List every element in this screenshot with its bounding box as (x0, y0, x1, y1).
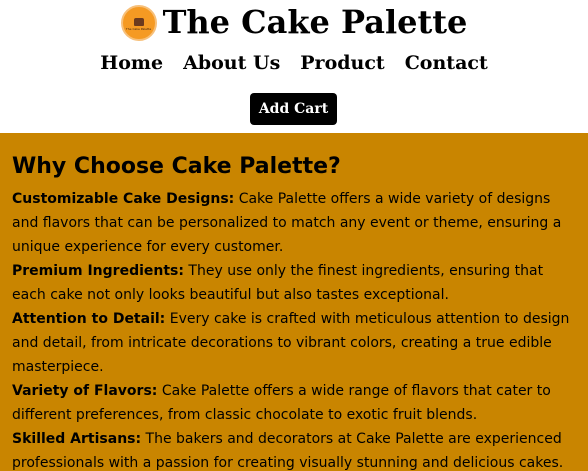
site-header: The Cake Palette The Cake Palette Home A… (0, 0, 588, 133)
brand: The Cake Palette The Cake Palette (0, 2, 588, 42)
feature-variety-of-flavors: Variety of Flavors: Cake Palette offers … (12, 379, 576, 427)
feature-skilled-artisans: Skilled Artisans: The bakers and decorat… (12, 427, 576, 471)
feature-name: Attention to Detail: (12, 311, 166, 327)
nav-contact[interactable]: Contact (405, 50, 488, 76)
feature-name: Premium Ingredients: (12, 263, 184, 279)
section-heading: Why Choose Cake Palette? (12, 154, 341, 179)
feature-name: Variety of Flavors: (12, 383, 158, 399)
cake-icon (133, 17, 144, 26)
logo-text: The Cake Palette (125, 26, 152, 31)
main-nav: Home About Us Product Contact (0, 50, 588, 76)
feature-customizable-designs: Customizable Cake Designs: Cake Palette … (12, 187, 576, 259)
feature-attention-to-detail: Attention to Detail: Every cake is craft… (12, 307, 576, 379)
add-cart-button[interactable]: Add Cart (250, 93, 337, 125)
nav-product[interactable]: Product (300, 50, 384, 76)
nav-about-us[interactable]: About Us (183, 50, 280, 76)
why-choose-section: Why Choose Cake Palette? Customizable Ca… (0, 133, 588, 471)
feature-premium-ingredients: Premium Ingredients: They use only the f… (12, 259, 576, 307)
site-title: The Cake Palette (162, 3, 468, 41)
feature-name: Customizable Cake Designs: (12, 191, 235, 207)
cake-logo-icon[interactable]: The Cake Palette (120, 5, 157, 41)
nav-home[interactable]: Home (100, 50, 163, 76)
feature-name: Skilled Artisans: (12, 431, 142, 447)
